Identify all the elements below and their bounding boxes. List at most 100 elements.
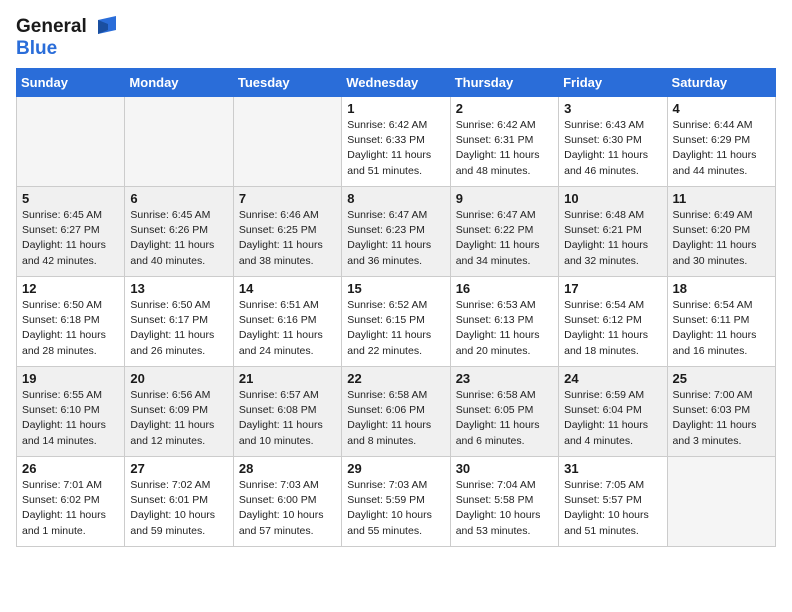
weekday-header-saturday: Saturday <box>667 69 775 97</box>
day-info: Sunrise: 6:44 AMSunset: 6:29 PMDaylight:… <box>673 118 770 179</box>
day-info: Sunrise: 7:01 AMSunset: 6:02 PMDaylight:… <box>22 478 119 539</box>
day-number: 2 <box>456 101 553 116</box>
day-number: 17 <box>564 281 661 296</box>
calendar-cell: 25 Sunrise: 7:00 AMSunset: 6:03 PMDayligh… <box>667 367 775 457</box>
day-number: 25 <box>673 371 770 386</box>
calendar-cell <box>233 97 341 187</box>
day-info: Sunrise: 6:54 AMSunset: 6:11 PMDaylight:… <box>673 298 770 359</box>
calendar-week-row: 12 Sunrise: 6:50 AMSunset: 6:18 PMDayligh… <box>17 277 776 367</box>
calendar-cell: 17 Sunrise: 6:54 AMSunset: 6:12 PMDayligh… <box>559 277 667 367</box>
day-info: Sunrise: 7:00 AMSunset: 6:03 PMDaylight:… <box>673 388 770 449</box>
calendar-week-row: 1 Sunrise: 6:42 AMSunset: 6:33 PMDaylight… <box>17 97 776 187</box>
day-number: 19 <box>22 371 119 386</box>
day-info: Sunrise: 6:58 AMSunset: 6:05 PMDaylight:… <box>456 388 553 449</box>
calendar-week-row: 26 Sunrise: 7:01 AMSunset: 6:02 PMDayligh… <box>17 457 776 547</box>
day-info: Sunrise: 6:45 AMSunset: 6:27 PMDaylight:… <box>22 208 119 269</box>
weekday-header-sunday: Sunday <box>17 69 125 97</box>
weekday-header-friday: Friday <box>559 69 667 97</box>
day-info: Sunrise: 6:59 AMSunset: 6:04 PMDaylight:… <box>564 388 661 449</box>
calendar-cell: 29 Sunrise: 7:03 AMSunset: 5:59 PMDayligh… <box>342 457 450 547</box>
day-number: 28 <box>239 461 336 476</box>
logo-icon <box>90 16 116 38</box>
day-number: 4 <box>673 101 770 116</box>
day-number: 9 <box>456 191 553 206</box>
calendar-cell: 15 Sunrise: 6:52 AMSunset: 6:15 PMDayligh… <box>342 277 450 367</box>
header: General Blue <box>16 16 776 60</box>
day-info: Sunrise: 6:42 AMSunset: 6:33 PMDaylight:… <box>347 118 444 179</box>
calendar-cell <box>125 97 233 187</box>
calendar-cell: 21 Sunrise: 6:57 AMSunset: 6:08 PMDayligh… <box>233 367 341 457</box>
calendar-week-row: 19 Sunrise: 6:55 AMSunset: 6:10 PMDayligh… <box>17 367 776 457</box>
day-info: Sunrise: 7:04 AMSunset: 5:58 PMDaylight:… <box>456 478 553 539</box>
calendar: SundayMondayTuesdayWednesdayThursdayFrid… <box>16 68 776 547</box>
calendar-cell: 19 Sunrise: 6:55 AMSunset: 6:10 PMDayligh… <box>17 367 125 457</box>
day-info: Sunrise: 6:43 AMSunset: 6:30 PMDaylight:… <box>564 118 661 179</box>
calendar-cell: 3 Sunrise: 6:43 AMSunset: 6:30 PMDaylight… <box>559 97 667 187</box>
day-info: Sunrise: 6:50 AMSunset: 6:18 PMDaylight:… <box>22 298 119 359</box>
day-number: 1 <box>347 101 444 116</box>
day-number: 16 <box>456 281 553 296</box>
logo-general: General <box>16 16 87 38</box>
day-number: 15 <box>347 281 444 296</box>
calendar-cell <box>17 97 125 187</box>
calendar-cell: 30 Sunrise: 7:04 AMSunset: 5:58 PMDayligh… <box>450 457 558 547</box>
day-info: Sunrise: 6:55 AMSunset: 6:10 PMDaylight:… <box>22 388 119 449</box>
weekday-header-wednesday: Wednesday <box>342 69 450 97</box>
calendar-cell: 6Sunrise: 6:45 AMSunset: 6:26 PMDaylight… <box>125 187 233 277</box>
day-number: 26 <box>22 461 119 476</box>
calendar-cell: 28 Sunrise: 7:03 AMSunset: 6:00 PMDayligh… <box>233 457 341 547</box>
day-number: 27 <box>130 461 227 476</box>
day-info: Sunrise: 6:50 AMSunset: 6:17 PMDaylight:… <box>130 298 227 359</box>
day-number: 7 <box>239 191 336 206</box>
calendar-cell: 2 Sunrise: 6:42 AMSunset: 6:31 PMDaylight… <box>450 97 558 187</box>
day-number: 5 <box>22 191 119 206</box>
day-number: 8 <box>347 191 444 206</box>
logo-blue: Blue <box>16 38 57 59</box>
calendar-cell: 11 Sunrise: 6:49 AMSunset: 6:20 PMDayligh… <box>667 187 775 277</box>
day-info: Sunrise: 7:03 AMSunset: 5:59 PMDaylight:… <box>347 478 444 539</box>
calendar-cell: 10 Sunrise: 6:48 AMSunset: 6:21 PMDayligh… <box>559 187 667 277</box>
calendar-cell: 4 Sunrise: 6:44 AMSunset: 6:29 PMDaylight… <box>667 97 775 187</box>
day-number: 3 <box>564 101 661 116</box>
calendar-week-row: 5 Sunrise: 6:45 AMSunset: 6:27 PMDaylight… <box>17 187 776 277</box>
day-info: Sunrise: 6:48 AMSunset: 6:21 PMDaylight:… <box>564 208 661 269</box>
logo: General Blue <box>16 16 116 60</box>
calendar-cell: 23 Sunrise: 6:58 AMSunset: 6:05 PMDayligh… <box>450 367 558 457</box>
calendar-cell: 16 Sunrise: 6:53 AMSunset: 6:13 PMDayligh… <box>450 277 558 367</box>
day-info: Sunrise: 6:57 AMSunset: 6:08 PMDaylight:… <box>239 388 336 449</box>
weekday-header-tuesday: Tuesday <box>233 69 341 97</box>
weekday-header-thursday: Thursday <box>450 69 558 97</box>
calendar-cell: 18 Sunrise: 6:54 AMSunset: 6:11 PMDayligh… <box>667 277 775 367</box>
day-info: Sunrise: 6:46 AMSunset: 6:25 PMDaylight:… <box>239 208 336 269</box>
calendar-cell: 1 Sunrise: 6:42 AMSunset: 6:33 PMDaylight… <box>342 97 450 187</box>
calendar-cell: 22Sunrise: 6:58 AMSunset: 6:06 PMDayligh… <box>342 367 450 457</box>
day-number: 18 <box>673 281 770 296</box>
calendar-cell: 7 Sunrise: 6:46 AMSunset: 6:25 PMDaylight… <box>233 187 341 277</box>
day-info: Sunrise: 7:05 AMSunset: 5:57 PMDaylight:… <box>564 478 661 539</box>
calendar-cell: 5 Sunrise: 6:45 AMSunset: 6:27 PMDaylight… <box>17 187 125 277</box>
day-info: Sunrise: 6:47 AMSunset: 6:22 PMDaylight:… <box>456 208 553 269</box>
day-info: Sunrise: 7:03 AMSunset: 6:00 PMDaylight:… <box>239 478 336 539</box>
day-number: 30 <box>456 461 553 476</box>
day-number: 21 <box>239 371 336 386</box>
day-info: Sunrise: 6:53 AMSunset: 6:13 PMDaylight:… <box>456 298 553 359</box>
day-number: 10 <box>564 191 661 206</box>
calendar-cell: 27Sunrise: 7:02 AMSunset: 6:01 PMDayligh… <box>125 457 233 547</box>
day-number: 11 <box>673 191 770 206</box>
day-number: 14 <box>239 281 336 296</box>
day-info: Sunrise: 6:58 AMSunset: 6:06 PMDaylight:… <box>347 388 444 449</box>
weekday-header-monday: Monday <box>125 69 233 97</box>
calendar-cell: 12 Sunrise: 6:50 AMSunset: 6:18 PMDayligh… <box>17 277 125 367</box>
day-info: Sunrise: 6:49 AMSunset: 6:20 PMDaylight:… <box>673 208 770 269</box>
day-info: Sunrise: 6:42 AMSunset: 6:31 PMDaylight:… <box>456 118 553 179</box>
calendar-header-row: SundayMondayTuesdayWednesdayThursdayFrid… <box>17 69 776 97</box>
day-number: 12 <box>22 281 119 296</box>
day-number: 23 <box>456 371 553 386</box>
calendar-cell: 31Sunrise: 7:05 AMSunset: 5:57 PMDayligh… <box>559 457 667 547</box>
day-number: 24 <box>564 371 661 386</box>
day-info: Sunrise: 6:52 AMSunset: 6:15 PMDaylight:… <box>347 298 444 359</box>
day-number: 29 <box>347 461 444 476</box>
day-info: Sunrise: 6:54 AMSunset: 6:12 PMDaylight:… <box>564 298 661 359</box>
day-number: 20 <box>130 371 227 386</box>
day-info: Sunrise: 6:56 AMSunset: 6:09 PMDaylight:… <box>130 388 227 449</box>
